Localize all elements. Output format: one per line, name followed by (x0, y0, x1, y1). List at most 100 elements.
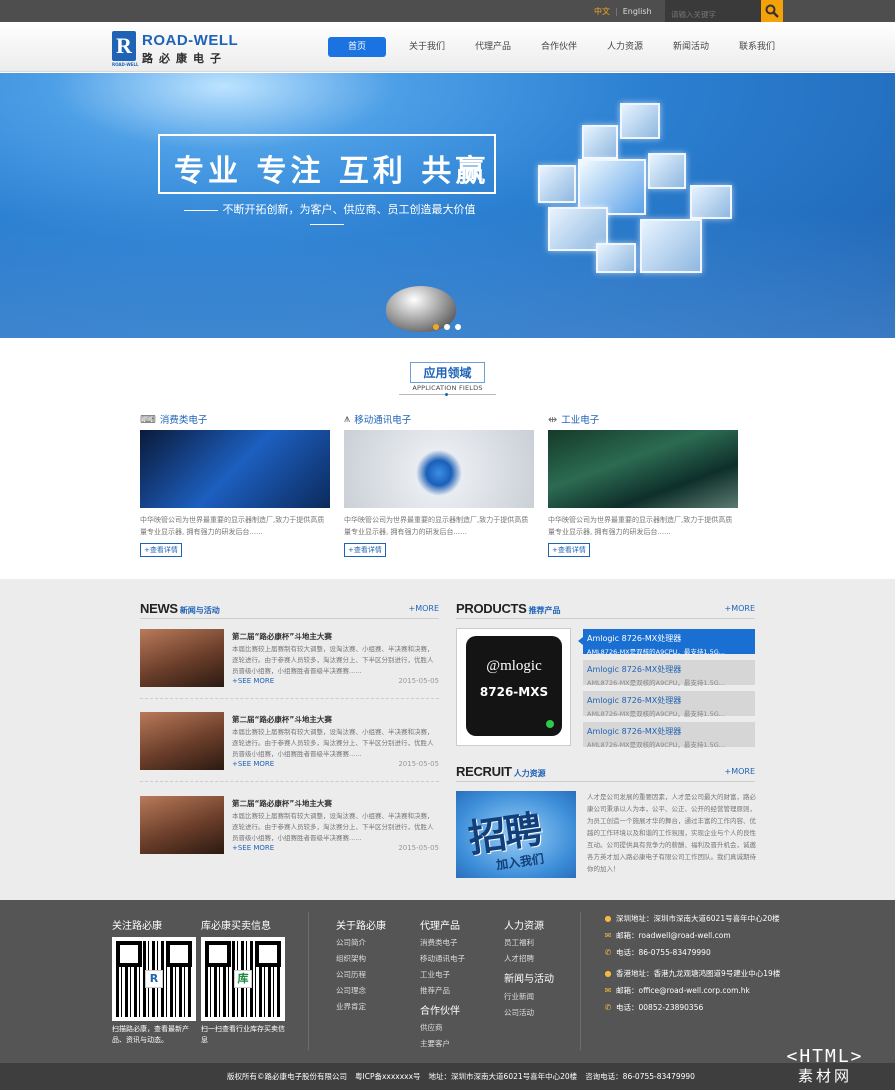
banner-title-frame: 专业 专注 互利 共赢 (158, 134, 496, 194)
watermark-bottom: 素材网 (797, 1067, 852, 1085)
news-thumbnail[interactable] (140, 629, 224, 687)
logo-english-name: ROAD-WELL (142, 32, 239, 49)
view-details-button[interactable]: +查看详情 (548, 543, 590, 557)
footer-link[interactable]: 工业电子 (420, 969, 450, 980)
nav-news[interactable]: 新闻活动 (658, 37, 724, 57)
copyright-text: 版权所有©路必康电子股份有限公司 (227, 1072, 347, 1081)
footer-link[interactable]: 组织架构 (336, 953, 366, 964)
footer-link[interactable]: 公司活动 (504, 1007, 534, 1018)
news-see-more-link[interactable]: +SEE MORE (232, 844, 274, 852)
mail-icon: ✉ (604, 986, 612, 995)
logo-mark: R (112, 31, 136, 61)
banner-screen-image (648, 153, 686, 189)
search-input[interactable] (665, 0, 761, 22)
field-image-mobile[interactable] (344, 430, 534, 508)
field-title[interactable]: 移动通讯电子 (354, 412, 411, 426)
footer-col-title[interactable]: 新闻与活动 (504, 970, 554, 985)
view-details-button[interactable]: +查看详情 (344, 543, 386, 557)
lang-separator: | (615, 7, 618, 16)
footer-link[interactable]: 人才招聘 (504, 953, 534, 964)
watermark-top: <HTML> (786, 1046, 864, 1067)
footer-link[interactable]: 业界肯定 (336, 1001, 366, 1012)
phone-icon: ✆ (604, 948, 612, 957)
footer-link[interactable]: 公司简介 (336, 937, 366, 948)
field-description: 中华映管公司为世界最重要的显示器制造厂,致力于提供高质量专业显示器, 拥有强力的… (548, 516, 733, 536)
product-desc: AML8726-MX是双核的A9CPU，最支持1.5G... (587, 648, 725, 656)
news-see-more-link[interactable]: +SEE MORE (232, 760, 274, 768)
slide-dot-2[interactable] (444, 324, 450, 330)
product-name: Amlogic 8726-MX处理器 (587, 634, 682, 643)
products-heading: PRODUCTS 推荐产品 +MORE (456, 601, 755, 619)
chip-model: 8726-MXS (479, 685, 549, 699)
qr-caption: 扫描路必康，查看最新产品、资讯与动态。 (112, 1025, 189, 1044)
qr-code-stock: 库 (201, 937, 285, 1021)
search-button[interactable] (761, 0, 783, 22)
footer-link[interactable]: 公司历程 (336, 969, 366, 980)
nav-partners[interactable]: 合作伙伴 (526, 37, 592, 57)
location-icon: ● (604, 969, 612, 978)
hero-banner[interactable]: 专业 专注 互利 共赢 不断开拓创新，为客户、供应商、员工创造最大价值 (0, 73, 895, 338)
watermark: <HTML> 素材网 (770, 1046, 880, 1088)
news-thumbnail[interactable] (140, 712, 224, 770)
search-icon (765, 4, 779, 18)
news-see-more-link[interactable]: +SEE MORE (232, 677, 274, 685)
news-thumbnail[interactable] (140, 796, 224, 854)
stock-info-title: 库必康买卖信息 (201, 921, 271, 932)
contact-text: 邮箱：office@road-well.corp.com.hk (616, 986, 750, 995)
nav-contact[interactable]: 联系我们 (724, 37, 790, 57)
nav-hr[interactable]: 人力资源 (592, 37, 658, 57)
footer-link[interactable]: 行业新闻 (504, 991, 534, 1002)
news-title[interactable]: 第二届“路必康杯”斗地主大赛 (232, 798, 332, 809)
footer-link[interactable]: 公司理念 (336, 985, 366, 996)
footer-link[interactable]: 供应商 (420, 1022, 443, 1033)
view-details-button[interactable]: +查看详情 (140, 543, 182, 557)
icp-text: 粤ICP备xxxxxxx号 (355, 1072, 421, 1081)
nav-products[interactable]: 代理产品 (460, 37, 526, 57)
product-image[interactable]: @mlogic 8726-MXS (456, 628, 571, 746)
products-more-link[interactable]: +MORE (724, 604, 755, 613)
contact-row: ● 香港地址：香港九龙观塘鸿图道9号建业中心19楼 (604, 968, 781, 979)
footer-link[interactable]: 消费类电子 (420, 937, 458, 948)
product-list-item[interactable]: Amlogic 8726-MX处理器 AML8726-MX是双核的A9CPU，最… (583, 722, 755, 749)
field-title[interactable]: 消费类电子 (160, 412, 208, 426)
site-logo[interactable]: R ROAD-WELL ROAD-WELL 路必康电子 (112, 31, 247, 67)
product-list-item[interactable]: Amlogic 8726-MX处理器 AML8726-MX是双核的A9CPU，最… (578, 629, 755, 656)
news-more-link[interactable]: +MORE (408, 604, 439, 613)
recruit-more-link[interactable]: +MORE (724, 767, 755, 776)
footer-col-title[interactable]: 人力资源 (504, 917, 544, 932)
recruit-banner-image[interactable]: 招聘 加入我们 (456, 791, 576, 878)
lang-chinese-link[interactable]: 中文 (594, 7, 610, 16)
field-card-consumer: ⌨ 消费类电子 中华映管公司为世界最重要的显示器制造厂,致力于提供高质量专业显示器… (140, 411, 330, 557)
address-text: 地址：深圳市深南大道6021号喜年中心20楼 (428, 1072, 578, 1081)
footer-col-title[interactable]: 关于路必康 (336, 917, 386, 932)
footer-link[interactable]: 员工福利 (504, 937, 534, 948)
recruit-title-en: RECRUIT (456, 764, 512, 779)
product-list-item[interactable]: Amlogic 8726-MX处理器 AML8726-MX是双核的A9CPU，最… (583, 660, 755, 687)
footer-col-title[interactable]: 代理产品 (420, 917, 460, 932)
slide-dot-1[interactable] (433, 324, 439, 330)
nav-home[interactable]: 首页 (328, 37, 386, 57)
application-fields-title: 应用领域 (410, 362, 485, 383)
field-image-industrial[interactable] (548, 430, 738, 508)
product-list-item[interactable]: Amlogic 8726-MX处理器 AML8726-MX是双核的A9CPU，最… (583, 691, 755, 718)
footer-col-title[interactable]: 合作伙伴 (420, 1002, 460, 1017)
field-title[interactable]: 工业电子 (561, 412, 599, 426)
news-title[interactable]: 第二届“路必康杯”斗地主大赛 (232, 631, 332, 642)
slide-dot-3[interactable] (455, 324, 461, 330)
lang-english-link[interactable]: English (623, 7, 652, 16)
footer-link[interactable]: 移动通讯电子 (420, 953, 465, 964)
nav-about[interactable]: 关于我们 (394, 37, 460, 57)
qr-caption: 扫一扫查看行业库存买卖信息 (201, 1025, 285, 1044)
product-name: Amlogic 8726-MX处理器 (587, 727, 682, 736)
field-image-consumer[interactable] (140, 430, 330, 508)
news-item: 第二届“路必康杯”斗地主大赛 本届比赛较上届赛制有较大调整，设淘汰赛、小组赛、半… (140, 629, 439, 699)
footer-link[interactable]: 主要客户 (420, 1038, 450, 1049)
site-footer: 关注路必康 库必康买卖信息 R 库 扫描路必康，查看最新产品、资讯与动态。 扫一… (0, 900, 895, 1063)
footer-link[interactable]: 推荐产品 (420, 985, 450, 996)
product-name: Amlogic 8726-MX处理器 (587, 696, 682, 705)
news-title-en: NEWS (140, 601, 178, 616)
product-desc: AML8726-MX是双核的A9CPU，最支持1.5G... (587, 679, 725, 687)
heading-divider (399, 393, 496, 396)
banner-screen-image (538, 165, 576, 203)
news-title[interactable]: 第二届“路必康杯”斗地主大赛 (232, 714, 332, 725)
